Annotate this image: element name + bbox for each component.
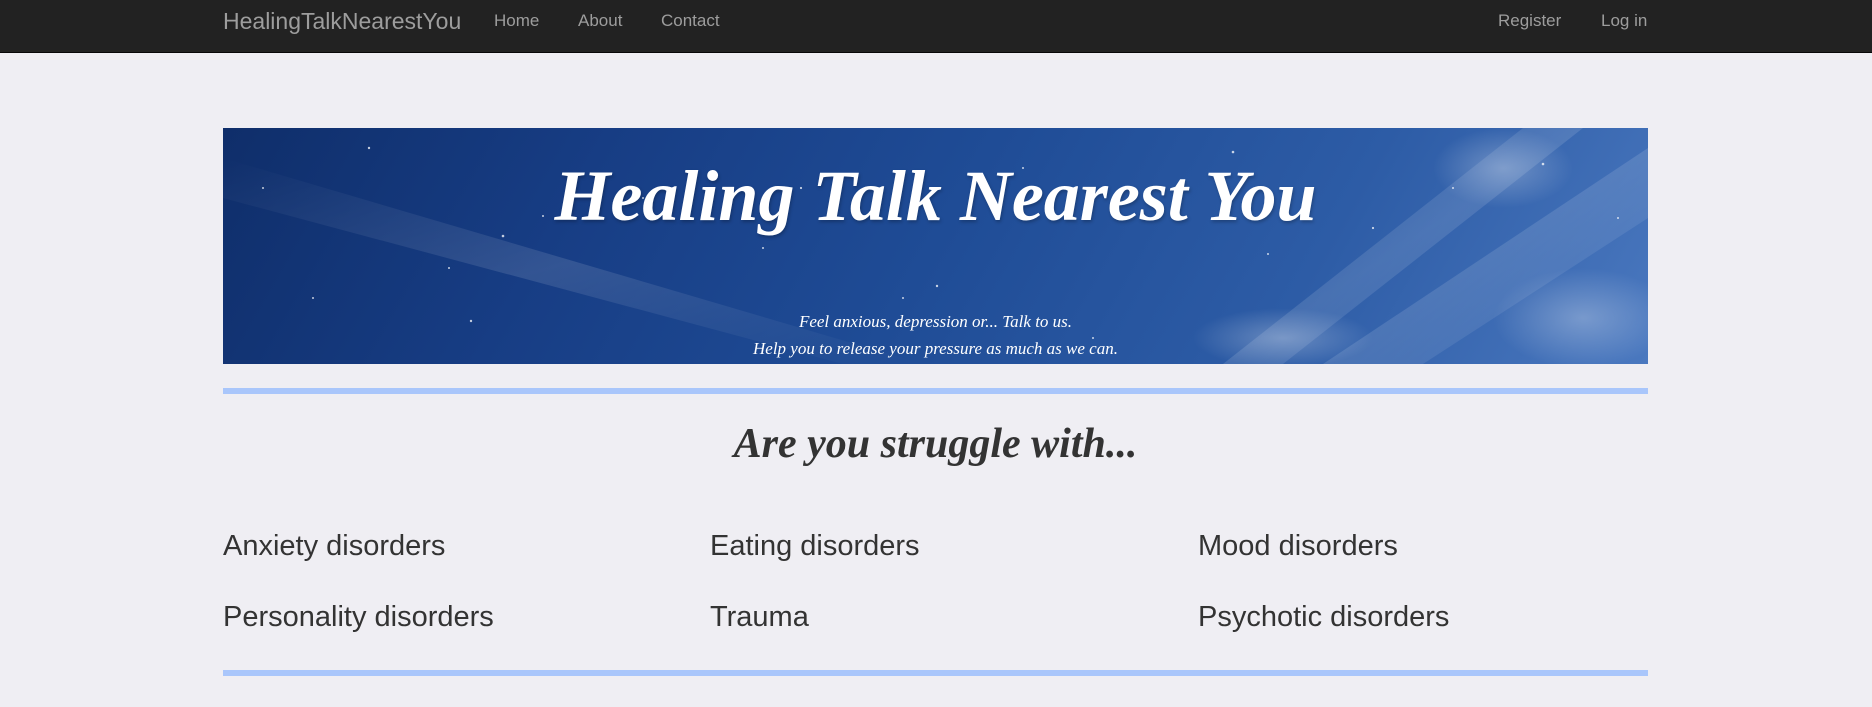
disorder-anxiety: Anxiety disorders: [223, 530, 446, 562]
disorder-trauma: Trauma: [710, 601, 809, 633]
login-link[interactable]: Log in: [1601, 11, 1647, 31]
top-navbar: HealingTalkNearestYou Home About Contact…: [0, 0, 1872, 53]
register-link[interactable]: Register: [1498, 11, 1561, 31]
disorder-eating: Eating disorders: [710, 530, 920, 562]
bottom-divider: [223, 670, 1648, 676]
hero-banner: Healing Talk Nearest You Feel anxious, d…: [223, 128, 1648, 364]
disorder-psychotic: Psychotic disorders: [1198, 601, 1450, 633]
disorder-mood: Mood disorders: [1198, 530, 1398, 562]
banner-subtitle-line2: Help you to release your pressure as muc…: [753, 339, 1118, 358]
nav-about-link[interactable]: About: [578, 11, 622, 31]
banner-subtitle-line1: Feel anxious, depression or... Talk to u…: [798, 312, 1073, 331]
nav-contact-link[interactable]: Contact: [661, 11, 720, 31]
brand-link[interactable]: HealingTalkNearestYou: [223, 8, 461, 34]
top-divider: [223, 388, 1648, 394]
disorder-personality: Personality disorders: [223, 601, 494, 633]
section-title: Are you struggle with...: [733, 421, 1138, 467]
banner-title: Healing Talk Nearest You: [554, 156, 1317, 236]
nav-home-link[interactable]: Home: [494, 11, 539, 31]
